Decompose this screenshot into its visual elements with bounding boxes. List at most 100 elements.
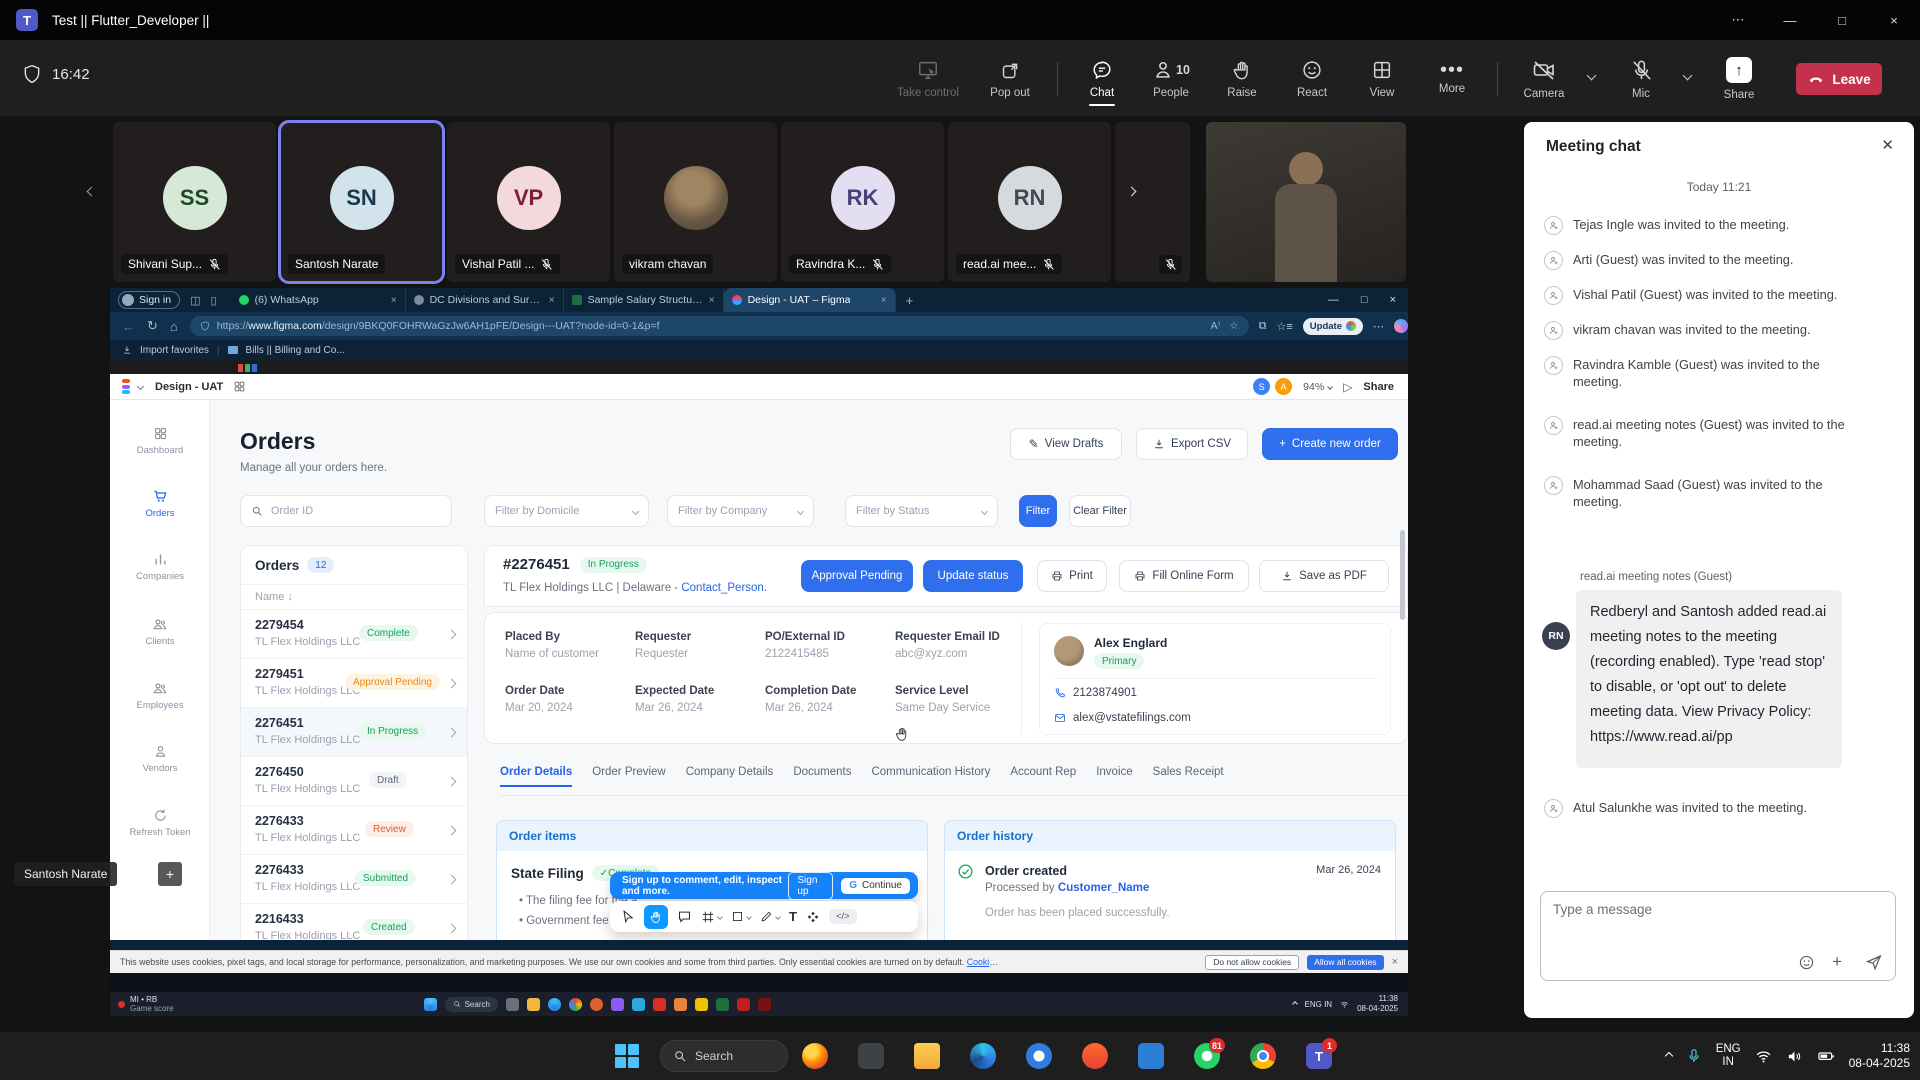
mini-brave-icon[interactable] xyxy=(590,998,603,1011)
sidebar-item-dashboard[interactable]: Dashboard xyxy=(110,426,210,456)
tab-order-preview[interactable]: Order Preview xyxy=(592,766,666,787)
attach-plus-icon[interactable]: + xyxy=(1832,952,1842,972)
refresh-icon[interactable]: ↻ xyxy=(147,318,158,334)
presenter-add-icon[interactable]: + xyxy=(158,862,182,886)
figma-menu-chevron-icon[interactable] xyxy=(137,383,144,390)
mic-button[interactable]: Mic xyxy=(1602,50,1680,108)
camera-button[interactable]: Camera xyxy=(1505,50,1583,108)
shape-tool-icon[interactable] xyxy=(731,910,751,923)
titlebar-more-icon[interactable]: ⋯ xyxy=(1712,0,1764,40)
browser-minimize-icon[interactable]: — xyxy=(1328,294,1339,306)
taskbar-chrome-icon[interactable] xyxy=(1248,1041,1278,1071)
export-csv-button[interactable]: Export CSV xyxy=(1136,428,1248,460)
language-indicator[interactable]: ENG IN xyxy=(1716,1043,1741,1069)
order-row[interactable]: 2279454TL Flex Holdings LLC Complete xyxy=(241,609,467,658)
order-row[interactable]: 2276433TL Flex Holdings LLC Submitted xyxy=(241,854,467,903)
contact-person-link[interactable]: Contact_Person. xyxy=(681,582,767,594)
favorites-icon[interactable]: ☆≡ xyxy=(1277,320,1293,333)
design-scrollbar[interactable] xyxy=(1400,530,1405,620)
participant-tile[interactable]: VP Vishal Patil ... xyxy=(447,122,610,282)
clear-filter-button[interactable]: Clear Filter xyxy=(1069,495,1131,527)
figma-sign-up-button[interactable]: Sign up xyxy=(788,872,833,900)
frame-tool-icon[interactable] xyxy=(701,910,722,924)
share-button[interactable]: ↑ Share xyxy=(1700,50,1778,108)
mini-search[interactable]: Search xyxy=(445,997,498,1012)
chat-button[interactable]: Chat xyxy=(1063,50,1141,108)
view-button[interactable]: View xyxy=(1343,50,1421,108)
participant-tile-partial[interactable] xyxy=(1115,122,1190,282)
google-continue-button[interactable]: G Continue xyxy=(841,878,910,894)
chat-close-icon[interactable]: ✕ xyxy=(1881,136,1894,154)
filter-company-dropdown[interactable]: Filter by Company xyxy=(667,495,814,527)
figma-logo-icon[interactable] xyxy=(122,379,130,394)
tab-sales-receipt[interactable]: Sales Receipt xyxy=(1153,766,1224,787)
chat-input-box[interactable]: + xyxy=(1540,891,1896,981)
score-widget[interactable]: MI • RB Game score xyxy=(130,995,174,1013)
mini-start-icon[interactable] xyxy=(424,998,437,1011)
pen-tool-icon[interactable] xyxy=(760,910,780,923)
pop-out-button[interactable]: Pop out xyxy=(971,50,1049,108)
order-id-search[interactable] xyxy=(240,495,452,527)
tab-order-details[interactable]: Order Details xyxy=(500,766,572,787)
tab-close-icon[interactable]: × xyxy=(549,295,555,306)
contact-email[interactable]: alex@vstatefilings.com xyxy=(1054,712,1191,724)
volume-icon[interactable] xyxy=(1786,1048,1803,1065)
taskbar-app-blue-icon[interactable] xyxy=(1024,1041,1054,1071)
collaborator-avatar[interactable]: A xyxy=(1275,378,1292,395)
taskbar-brave-icon[interactable] xyxy=(1080,1041,1110,1071)
mini-youtube-icon[interactable] xyxy=(653,998,666,1011)
favorite-star-icon[interactable]: ☆ xyxy=(1229,320,1238,332)
taskbar-app-icon[interactable] xyxy=(856,1041,886,1071)
taskbar-vscode-icon[interactable] xyxy=(1136,1041,1166,1071)
mini-pdf-icon[interactable] xyxy=(737,998,750,1011)
contact-phone[interactable]: 2123874901 xyxy=(1054,687,1137,699)
tab-company-details[interactable]: Company Details xyxy=(686,766,774,787)
battery-icon[interactable] xyxy=(1817,1047,1835,1065)
close-button[interactable]: × xyxy=(1868,0,1920,40)
cookies-settings-link[interactable]: Cookies settings xyxy=(967,957,1000,967)
figma-file-name[interactable]: Design - UAT xyxy=(155,381,223,393)
browser-update-button[interactable]: Update xyxy=(1303,318,1363,335)
sidebar-item-refresh-token[interactable]: Refresh Token xyxy=(110,808,210,838)
camera-options-chevron-icon[interactable] xyxy=(1587,71,1597,81)
raise-hand-button[interactable]: Raise xyxy=(1203,50,1281,108)
participant-tile[interactable]: SS Shivani Sup... xyxy=(113,122,276,282)
mini-app-icon[interactable] xyxy=(611,998,624,1011)
update-status-button[interactable]: Update status xyxy=(923,560,1023,592)
browser-close-icon[interactable]: × xyxy=(1390,294,1396,306)
workspaces-icon[interactable]: ◫ xyxy=(190,294,200,307)
participant-tile-video[interactable] xyxy=(1206,122,1406,282)
mini-app-icon[interactable] xyxy=(695,998,708,1011)
wifi-icon[interactable] xyxy=(1755,1048,1772,1065)
save-as-pdf-button[interactable]: Save as PDF xyxy=(1259,560,1389,592)
participant-tile[interactable]: RN read.ai mee... xyxy=(948,122,1111,282)
new-tab-icon[interactable]: + xyxy=(906,293,914,308)
strip-scroll-left-icon[interactable] xyxy=(87,187,97,197)
tab-actions-icon[interactable]: ▯ xyxy=(211,294,217,307)
pages-icon[interactable] xyxy=(233,380,246,393)
taskbar-file-explorer-icon[interactable] xyxy=(912,1041,942,1071)
mini-edge-icon[interactable] xyxy=(548,998,561,1011)
participant-tile[interactable]: vikram chavan xyxy=(614,122,777,282)
zoom-level-dropdown[interactable]: 94% xyxy=(1303,381,1332,393)
order-row[interactable]: 2276450TL Flex Holdings LLC Draft xyxy=(241,756,467,805)
split-screen-icon[interactable]: ⧉ xyxy=(1259,320,1267,333)
taskbar-teams-icon-active[interactable]: T 1 xyxy=(1304,1041,1334,1071)
text-tool-icon[interactable]: T xyxy=(789,909,797,924)
minimize-button[interactable]: — xyxy=(1764,0,1816,40)
address-bar[interactable]: https://www.figma.com/design/9BKQ0FOHRWa… xyxy=(190,316,1249,336)
maximize-button[interactable]: □ xyxy=(1816,0,1868,40)
collaborator-avatar[interactable]: S xyxy=(1253,378,1270,395)
view-drafts-button[interactable]: ✎ View Drafts xyxy=(1010,428,1122,460)
mic-options-chevron-icon[interactable] xyxy=(1683,71,1693,81)
sidebar-item-companies[interactable]: Companies xyxy=(110,552,210,582)
tab-invoice[interactable]: Invoice xyxy=(1096,766,1132,787)
leave-button[interactable]: Leave xyxy=(1796,63,1882,95)
order-row[interactable]: 2279451TL Flex Holdings LLC Approval Pen… xyxy=(241,658,467,707)
mini-chrome-icon[interactable] xyxy=(569,998,582,1011)
tab-close-icon[interactable]: × xyxy=(391,295,397,306)
clock[interactable]: 11:38 08-04-2025 xyxy=(1849,1041,1910,1071)
deny-cookies-button[interactable]: Do not allow cookies xyxy=(1205,955,1299,970)
sender-avatar[interactable]: RN xyxy=(1542,622,1570,650)
back-icon[interactable]: ← xyxy=(122,319,135,334)
